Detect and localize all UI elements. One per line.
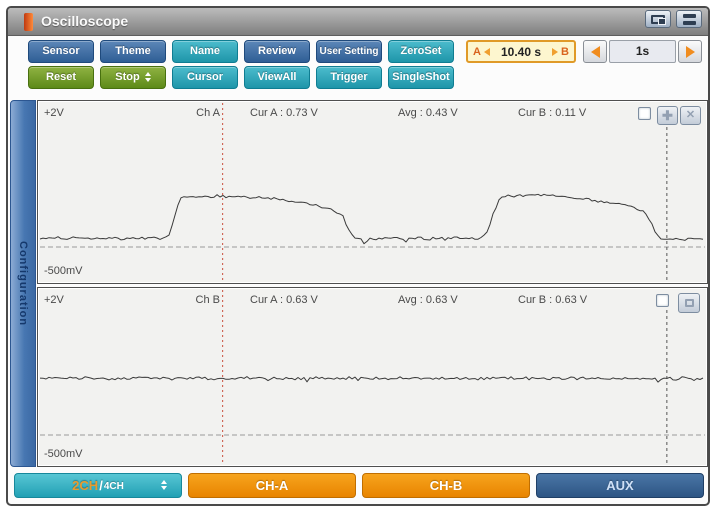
display-switch-button[interactable] [645, 10, 671, 28]
channel-mode-selected: 2CH [72, 478, 99, 493]
channel-label: Ch B [195, 294, 220, 306]
stop-button-label: Stop [115, 71, 140, 83]
ch-a-button[interactable]: CH-A [188, 473, 356, 498]
timebase-value: 1s [609, 40, 676, 63]
close-panel-button[interactable]: ✕ [680, 106, 701, 125]
cursor-a-reading: Cur A : 0.63 V [250, 294, 318, 306]
cursor-a-marker: A [473, 45, 481, 58]
scale-bottom-label: -500mV [44, 265, 83, 277]
channel-label: Ch A [196, 107, 220, 119]
cursor-time-display: A 10.40 s B [466, 40, 576, 63]
arrow-left-icon [590, 45, 600, 58]
channel-a-checkbox[interactable] [638, 107, 651, 120]
channel-mode-separator: / [99, 478, 103, 493]
aux-button[interactable]: AUX [536, 473, 704, 498]
spinner-arrows-icon [161, 480, 167, 490]
cursor-b-reading: Cur B : 0.11 V [518, 107, 587, 119]
singleshot-button[interactable]: SingleShot [388, 66, 454, 89]
titlebar: Oscilloscope [8, 8, 708, 36]
display-switch-icon [651, 14, 666, 25]
timebase-decrease-button[interactable] [583, 40, 607, 63]
app-icon [24, 13, 33, 31]
restore-panel-button[interactable] [678, 293, 700, 313]
scale-bottom-label: -500mV [44, 448, 83, 460]
plus-icon: ✚ [662, 108, 673, 123]
cursor-b-reading: Cur B : 0.63 V [518, 294, 588, 306]
trigger-button[interactable]: Trigger [316, 66, 382, 89]
user-setting-button[interactable]: User Setting [316, 40, 382, 63]
cursor-a-arrow-icon [483, 47, 490, 56]
channel-b-checkbox[interactable] [656, 294, 669, 307]
scope-panel-ch-b: +2V Ch B Cur A : 0.63 V Avg : 0.63 V Cur… [37, 287, 708, 467]
window-title: Oscilloscope [41, 13, 129, 29]
avg-reading: Avg : 0.63 V [398, 294, 458, 306]
cursor-button[interactable]: Cursor [172, 66, 238, 89]
cursor-b-arrow-icon [552, 47, 559, 56]
sidebar-tab-configuration[interactable]: Configuration [10, 100, 36, 467]
oscilloscope-app: Oscilloscope Sensor Theme Name Review Us… [0, 0, 717, 513]
spinner-arrows-icon [144, 72, 151, 83]
scale-top-label: +2V [44, 294, 64, 306]
close-icon: ✕ [685, 109, 696, 121]
stop-button[interactable]: Stop [100, 66, 166, 89]
name-button[interactable]: Name [172, 40, 238, 63]
scale-top-label: +2V [44, 107, 64, 119]
viewall-button[interactable]: ViewAll [244, 66, 310, 89]
zoom-panel-button[interactable]: ✚ [657, 106, 678, 125]
minimize-bars-icon [682, 13, 696, 25]
waveform-plot-ch-a[interactable] [38, 101, 707, 283]
theme-button[interactable]: Theme [100, 40, 166, 63]
cursor-time-value: 10.40 s [500, 44, 542, 59]
review-button[interactable]: Review [244, 40, 310, 63]
arrow-right-icon [685, 45, 695, 58]
sidebar-label: Configuration [17, 240, 29, 327]
cursor-a-reading: Cur A : 0.73 V [250, 107, 318, 119]
timebase-increase-button[interactable] [678, 40, 702, 63]
ch-b-button[interactable]: CH-B [362, 473, 530, 498]
zeroset-button[interactable]: ZeroSet [388, 40, 454, 63]
reset-button[interactable]: Reset [28, 66, 94, 89]
avg-reading: Avg : 0.43 V [398, 107, 458, 119]
minimize-button[interactable] [676, 10, 702, 28]
scope-panel-ch-a: +2V Ch A Cur A : 0.73 V Avg : 0.43 V Cur… [37, 100, 708, 284]
channel-mode-selector[interactable]: 2CH / 4CH [14, 473, 182, 498]
square-icon [684, 299, 694, 307]
sensor-button[interactable]: Sensor [28, 40, 94, 63]
waveform-plot-ch-b[interactable] [38, 288, 707, 466]
channel-mode-alternate: 4CH [103, 481, 124, 492]
cursor-b-marker: B [561, 45, 569, 58]
